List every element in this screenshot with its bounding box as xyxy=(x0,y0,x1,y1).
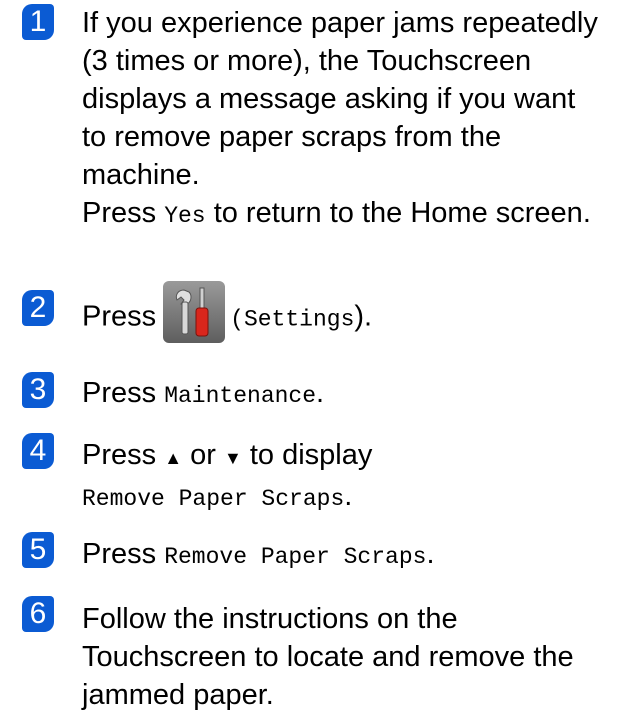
step-text-line: Remove Paper Scraps. xyxy=(82,477,372,518)
step-text-line: If you experience paper jams repeatedly xyxy=(82,7,598,39)
period: . xyxy=(344,480,353,512)
up-arrow-icon: ▲ xyxy=(164,448,183,468)
step-text-line: jammed paper. xyxy=(82,679,274,711)
step-number-badge: 1 xyxy=(22,4,54,40)
period: . xyxy=(426,538,435,570)
press-word: Press xyxy=(82,538,157,570)
settings-tools-icon xyxy=(162,280,226,344)
press-word: Press xyxy=(82,439,157,471)
step-text-line: Press ▲ or ▼ to display xyxy=(82,436,372,477)
step-number-badge: 4 xyxy=(22,433,54,469)
to-display-text: to display xyxy=(249,439,373,471)
step-text-line: Press Yes to return to the Home screen. xyxy=(82,194,598,235)
period: . xyxy=(316,377,325,409)
step-number-badge: 6 xyxy=(22,596,54,632)
step-number-badge: 2 xyxy=(22,290,54,326)
yes-button-label: Yes xyxy=(164,203,206,229)
or-word: or xyxy=(190,439,216,471)
step-number-badge: 3 xyxy=(22,372,54,408)
close-paren: ). xyxy=(354,300,373,333)
step-text: Follow the instructions on the Touchscre… xyxy=(82,600,574,714)
step-text: Press Remove Paper Scraps. xyxy=(82,535,435,576)
step-text-line: Touchscreen to locate and remove the xyxy=(82,641,574,673)
step-text-line: displays a message asking if you want xyxy=(82,83,576,115)
step-text-tail: to return to the Home screen. xyxy=(213,197,591,229)
step-number-badge: 5 xyxy=(22,532,54,568)
step-text-line: to remove paper scraps from the xyxy=(82,121,502,153)
step-text-line: Follow the instructions on the xyxy=(82,603,458,635)
step-text: Press Maintenance. xyxy=(82,374,324,415)
step-text: Press ▲ or ▼ to display Remove Paper Scr… xyxy=(82,436,372,518)
step-text: If you experience paper jams repeatedly … xyxy=(82,4,598,235)
press-word: Press xyxy=(82,197,157,229)
step-text: Press (Settings). xyxy=(82,281,373,344)
settings-label: Settings xyxy=(243,306,355,333)
remove-paper-scraps-label: Remove Paper Scraps xyxy=(164,544,427,570)
maintenance-label: Maintenance xyxy=(164,383,317,409)
step-text-line: machine. xyxy=(82,159,200,191)
down-arrow-icon: ▼ xyxy=(223,448,242,468)
press-word: Press xyxy=(82,377,157,409)
open-paren: ( xyxy=(230,306,244,333)
remove-paper-scraps-label: Remove Paper Scraps xyxy=(82,486,345,512)
press-word: Press xyxy=(82,300,157,333)
step-text-line: (3 times or more), the Touchscreen xyxy=(82,45,532,77)
